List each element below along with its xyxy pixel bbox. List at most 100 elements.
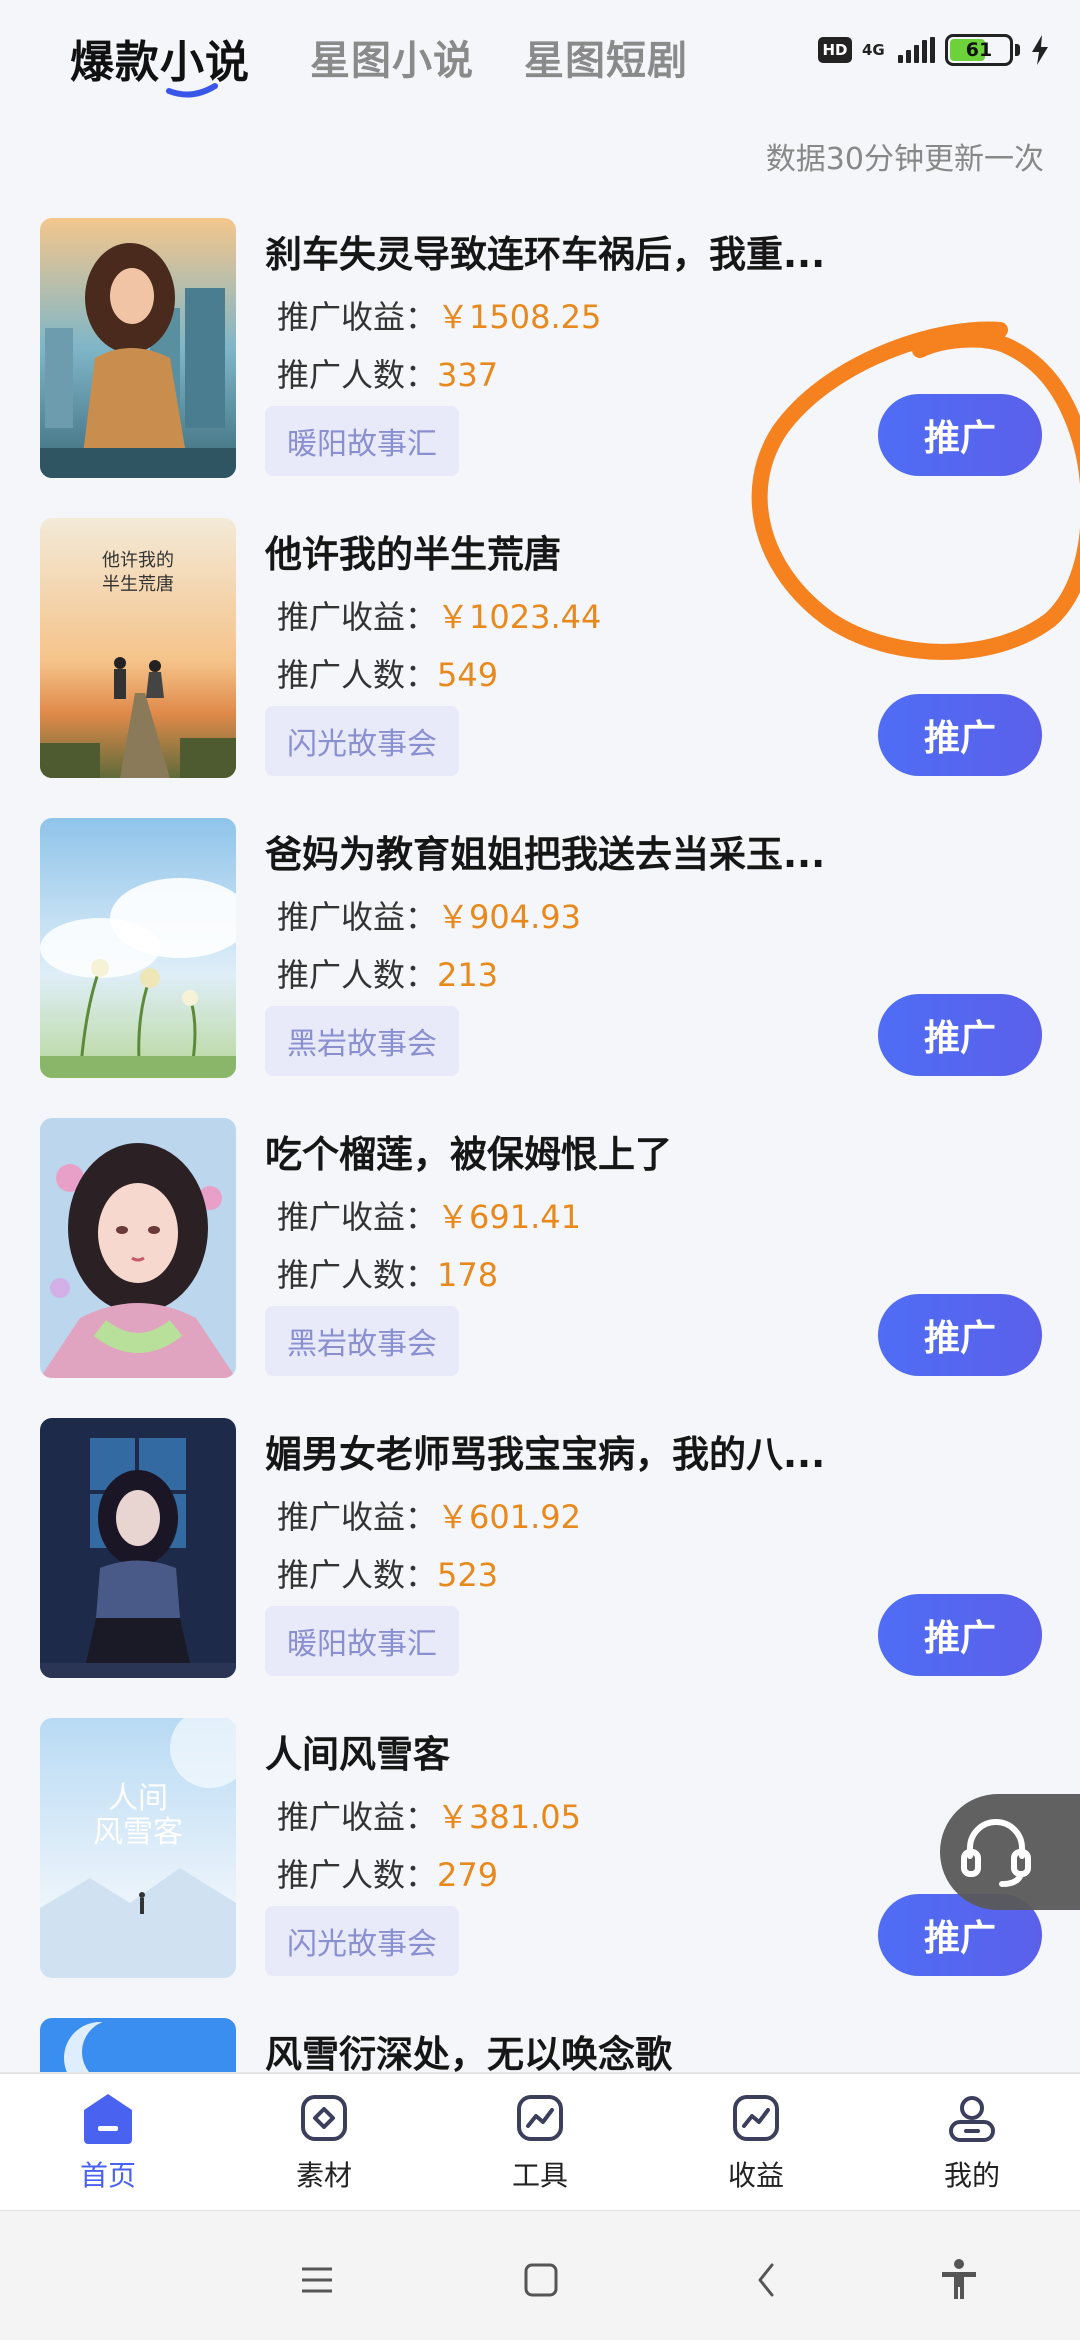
users-label: 推广人数： [277,356,438,394]
tab-hot-novels[interactable]: 爆款小说 [70,26,250,90]
users-row: 推广人数：213 [277,950,498,996]
income-label: 推广收益： [277,1498,438,1536]
book-cover[interactable] [40,2018,236,2072]
back-icon[interactable] [742,2255,792,2305]
book-cover[interactable] [40,1418,236,1678]
novel-title[interactable]: 刹车失灵导致连环车祸后，我重... [265,224,845,278]
users-label: 推广人数： [277,1556,438,1594]
novel-title[interactable]: 吃个榴莲，被保姆恨上了 [265,1124,845,1178]
signal-icon [898,37,935,63]
users-row: 推广人数：337 [277,350,498,396]
promote-button[interactable]: 推广 [878,394,1042,476]
income-row: 推广收益：￥1023.44 [277,592,601,638]
list-item[interactable]: 风雪衍深处，无以唤念歌 [0,2000,1080,2072]
battery-tip [1015,44,1020,56]
users-label: 推广人数： [277,656,438,694]
book-cover[interactable]: 人间 风雪客 [40,1718,236,1978]
users-row: 推广人数：523 [277,1550,498,1596]
battery-level: 61 [965,39,993,61]
tab-xingtu-short-drama[interactable]: 星图短剧 [524,28,688,86]
income-value: ￥601.92 [437,1498,581,1536]
users-label: 推广人数： [277,1856,438,1894]
promote-button[interactable]: 推广 [878,694,1042,776]
income-value: ￥1023.44 [437,598,602,636]
promote-button[interactable]: 推广 [878,1594,1042,1676]
update-note: 数据30分钟更新一次 [765,142,1044,177]
nav-material[interactable]: 素材 [216,2088,432,2208]
nav-profile[interactable]: 我的 [864,2088,1080,2208]
promote-button[interactable]: 推广 [878,1294,1042,1376]
income-label: 推广收益： [277,1198,438,1236]
customer-service-button[interactable] [940,1794,1080,1910]
users-value: 279 [437,1856,499,1894]
tab-xingtu-novels[interactable]: 星图小说 [310,28,474,86]
income-value: ￥904.93 [437,898,581,936]
tools-icon [517,2095,563,2141]
bottom-nav: 首页 素材 工具 收益 我的 [0,2072,1080,2210]
system-nav-bar [0,2210,1080,2340]
income-label: 推广收益： [277,1798,438,1836]
novel-title[interactable]: 爸妈为教育姐姐把我送去当采玉... [265,824,845,878]
book-cover[interactable]: 他许我的 半生荒唐 [40,518,236,778]
top-header: 爆款小说 星图小说 星图短剧 HD 4G 61 [0,0,1080,120]
nav-label: 收益 [727,2159,784,2192]
users-value: 178 [437,1256,499,1294]
hd-badge: HD [818,37,852,63]
income-row: 推广收益：￥691.41 [277,1192,581,1238]
source-tag: 黑岩故事会 [265,1306,459,1376]
users-value: 213 [437,956,499,994]
list-item[interactable]: 他许我的 半生荒唐 他许我的半生荒唐 推广收益：￥1023.44 推广人数：54… [0,500,1080,800]
income-row: 推广收益：￥904.93 [277,892,581,938]
active-tab-underline [166,83,218,98]
cover-text-line-1: 人间 [108,1781,168,1816]
novel-title[interactable]: 风雪衍深处，无以唤念歌 [265,2024,845,2072]
cover-text-line-2: 风雪客 [93,1815,183,1850]
source-tag: 暖阳故事汇 [265,406,459,476]
users-row: 推广人数：279 [277,1850,498,1896]
users-value: 549 [437,656,499,694]
nav-label: 工具 [511,2159,568,2192]
book-cover[interactable] [40,1118,236,1378]
accessibility-icon[interactable] [934,2255,984,2305]
users-value: 337 [437,356,499,394]
cover-text-line-2: 半生荒唐 [102,574,174,595]
income-value: ￥381.05 [437,1798,581,1836]
users-row: 推广人数：549 [277,650,498,696]
book-cover[interactable] [40,218,236,478]
users-value: 523 [437,1556,499,1594]
nav-home[interactable]: 首页 [0,2088,216,2208]
users-row: 推广人数：178 [277,1250,498,1296]
nav-tools[interactable]: 工具 [432,2088,648,2208]
charging-icon [1032,35,1048,65]
users-label: 推广人数： [277,956,438,994]
income-label: 推广收益： [277,598,438,636]
home-square-icon[interactable] [516,2255,566,2305]
list-item[interactable]: 媚男女老师骂我宝宝病，我的八... 推广收益：￥601.92 推广人数：523 … [0,1400,1080,1700]
list-item[interactable]: 吃个榴莲，被保姆恨上了 推广收益：￥691.41 推广人数：178 黑岩故事会 … [0,1100,1080,1400]
status-bar: HD 4G 61 [818,30,1050,70]
income-label: 推广收益： [277,298,438,336]
promote-button[interactable]: 推广 [878,994,1042,1076]
book-cover[interactable] [40,818,236,1078]
nav-label: 首页 [79,2159,136,2192]
source-tag: 暖阳故事汇 [265,1606,459,1676]
source-tag: 闪光故事会 [265,706,459,776]
novel-title[interactable]: 他许我的半生荒唐 [265,524,845,578]
profile-icon [949,2096,995,2142]
novel-title[interactable]: 媚男女老师骂我宝宝病，我的八... [265,1424,845,1478]
list-item[interactable]: 人间 风雪客 人间风雪客 推广收益：￥381.05 推广人数：279 闪光故事会… [0,1700,1080,2000]
nav-label: 我的 [943,2159,1000,2192]
earnings-icon [733,2095,779,2141]
menu-icon[interactable] [292,2255,342,2305]
list-item[interactable]: 刹车失灵导致连环车祸后，我重... 推广收益：￥1508.25 推广人数：337… [0,200,1080,500]
novel-title[interactable]: 人间风雪客 [265,1724,845,1778]
users-label: 推广人数： [277,1256,438,1294]
income-value: ￥1508.25 [437,298,602,336]
battery-icon: 61 [945,34,1013,66]
headset-icon [961,1819,1031,1887]
income-row: 推广收益：￥381.05 [277,1792,581,1838]
cover-text-line-1: 他许我的 [102,550,174,571]
list-item[interactable]: 爸妈为教育姐姐把我送去当采玉... 推广收益：￥904.93 推广人数：213 … [0,800,1080,1100]
nav-earnings[interactable]: 收益 [648,2088,864,2208]
material-icon [301,2095,347,2141]
